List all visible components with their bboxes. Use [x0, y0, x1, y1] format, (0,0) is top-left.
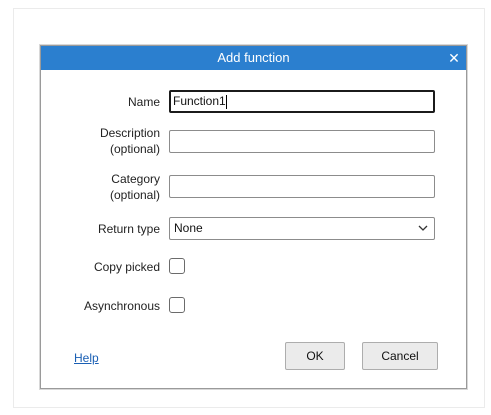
return-type-label: Return type: [97, 222, 160, 236]
cancel-button[interactable]: Cancel: [362, 342, 438, 370]
ok-button[interactable]: OK: [285, 342, 345, 370]
return-type-select[interactable]: None: [169, 217, 435, 240]
description-label-line1: Description: [99, 126, 160, 140]
close-icon: ✕: [448, 50, 460, 66]
help-link[interactable]: Help: [74, 351, 99, 365]
chevron-down-icon: [418, 225, 428, 231]
copy-picked-label: Copy picked: [93, 260, 160, 274]
name-input-value: Function1: [173, 94, 226, 108]
asynchronous-checkbox[interactable]: [169, 297, 185, 313]
name-label: Name: [127, 95, 160, 109]
dialog-titlebar: Add function ✕: [41, 46, 466, 70]
asynchronous-label: Asynchronous: [83, 299, 160, 313]
close-button[interactable]: ✕: [442, 46, 466, 70]
dialog-title: Add function: [217, 50, 290, 65]
category-input[interactable]: [169, 175, 435, 198]
description-input[interactable]: [169, 130, 435, 153]
copy-picked-checkbox[interactable]: [169, 258, 185, 274]
name-input[interactable]: Function1: [169, 90, 435, 113]
category-label: Category (optional): [110, 171, 160, 203]
category-label-line2: (optional): [109, 188, 160, 202]
description-label-line2: (optional): [109, 142, 160, 156]
text-caret: [225, 94, 227, 109]
category-label-line1: Category: [111, 172, 160, 186]
add-function-dialog: Add function ✕ Name Function1 Descriptio…: [40, 45, 467, 389]
description-label: Description (optional): [100, 125, 160, 157]
return-type-value: None: [174, 221, 203, 235]
